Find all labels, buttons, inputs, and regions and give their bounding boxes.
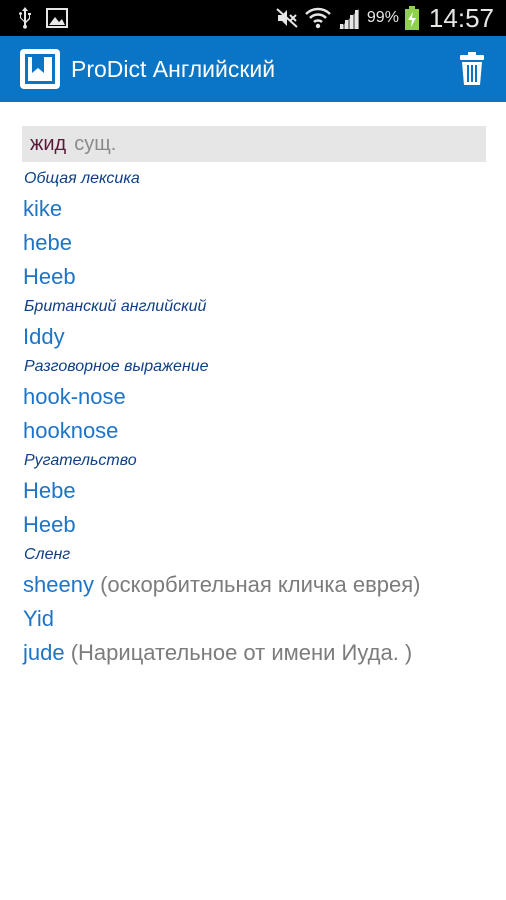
translation-term[interactable]: hooknose xyxy=(23,418,118,443)
translation-item[interactable]: hebe xyxy=(22,226,486,260)
dictionary-content: жид сущ. Общая лексика kike hebe Heeb Бр… xyxy=(22,126,486,670)
translation-item[interactable]: Iddy xyxy=(22,320,486,354)
category-label: Общая лексика xyxy=(24,170,140,187)
translation-item[interactable]: hooknose xyxy=(22,414,486,448)
image-icon xyxy=(46,8,68,28)
signal-icon xyxy=(337,7,361,29)
translation-term[interactable]: Heeb xyxy=(23,264,76,289)
battery-percent: 99% xyxy=(366,9,399,26)
translation-term[interactable]: sheeny xyxy=(23,572,94,597)
translation-term[interactable]: Hebe xyxy=(23,478,76,503)
translation-note: (оскорбительная кличка еврея) xyxy=(100,572,421,597)
headword-bar: жид сущ. xyxy=(22,126,486,162)
usb-icon xyxy=(18,7,32,29)
part-of-speech: сущ. xyxy=(74,132,117,155)
mute-icon xyxy=(275,7,299,29)
translation-term[interactable]: Heeb xyxy=(23,512,76,537)
status-bar: 99% 14:57 xyxy=(0,0,506,36)
translation-term[interactable]: Yid xyxy=(23,606,54,631)
translation-item[interactable]: kike xyxy=(22,192,486,226)
translation-item[interactable]: Heeb xyxy=(22,260,486,294)
status-time: 14:57 xyxy=(428,2,494,33)
category-label: Сленг xyxy=(24,546,71,563)
category-label: Разговорное выражение xyxy=(24,358,209,375)
translation-item[interactable]: jude (Нарицательное от имени Иуда. ) xyxy=(22,636,486,670)
wifi-icon xyxy=(305,7,331,29)
status-bar-right: 99% 14:57 xyxy=(275,3,494,34)
translation-term[interactable]: hebe xyxy=(23,230,72,255)
translation-note: (Нарицательное от имени Иуда. ) xyxy=(70,640,413,665)
translation-term[interactable]: hook-nose xyxy=(23,384,126,409)
translation-term[interactable]: jude xyxy=(23,640,65,665)
translation-term[interactable]: kike xyxy=(23,196,62,221)
translation-list: Общая лексика kike hebe Heeb Британский … xyxy=(22,166,486,670)
bookmark-book-icon[interactable] xyxy=(18,47,62,91)
trash-icon[interactable] xyxy=(452,47,492,91)
translation-item[interactable]: Hebe xyxy=(22,474,486,508)
translation-item[interactable]: Yid xyxy=(22,602,486,636)
app-bar: ProDict Английский xyxy=(0,36,506,102)
status-bar-left xyxy=(18,7,68,29)
translation-item[interactable]: sheeny (оскорбительная кличка еврея) xyxy=(22,568,486,602)
translation-item[interactable]: Heeb xyxy=(22,508,486,542)
headword: жид xyxy=(30,132,67,155)
app-title: ProDict Английский xyxy=(71,55,276,82)
battery-charging-icon xyxy=(404,6,419,30)
translation-item[interactable]: hook-nose xyxy=(22,380,486,414)
category-label: Ругательство xyxy=(24,452,137,469)
category-label: Британский английский xyxy=(24,298,207,315)
translation-term[interactable]: Iddy xyxy=(23,324,65,349)
